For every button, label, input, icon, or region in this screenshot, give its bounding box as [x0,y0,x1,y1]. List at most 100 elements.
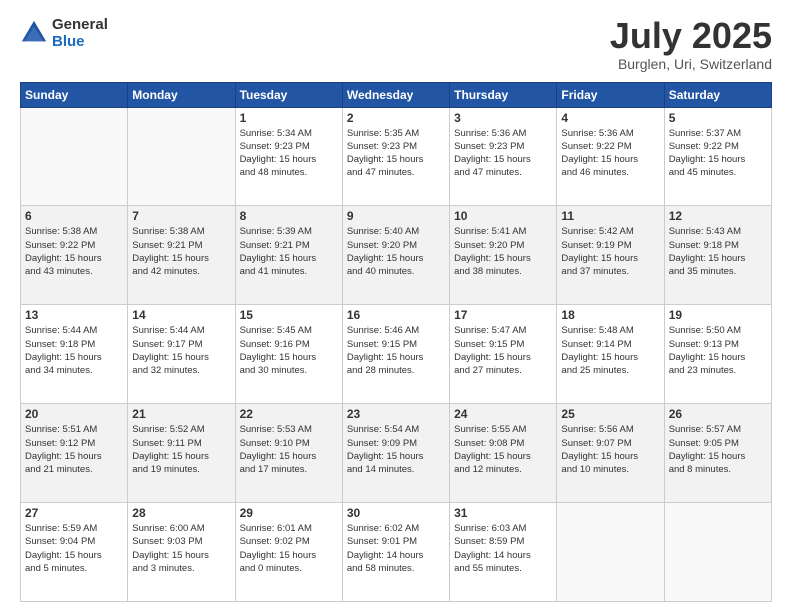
page: General Blue July 2025 Burglen, Uri, Swi… [0,0,792,612]
day-info: Sunrise: 5:38 AMSunset: 9:22 PMDaylight:… [25,225,123,278]
weekday-header: Saturday [664,82,771,107]
day-info: Sunrise: 5:34 AMSunset: 9:23 PMDaylight:… [240,127,338,180]
calendar-week-row: 20 Sunrise: 5:51 AMSunset: 9:12 PMDayligh… [21,404,772,503]
day-number: 9 [347,209,445,223]
day-number: 29 [240,506,338,520]
calendar-cell: 21Sunrise: 5:52 AMSunset: 9:11 PMDayligh… [128,404,235,503]
calendar-cell: 10 Sunrise: 5:41 AMSunset: 9:20 PMDayligh… [450,206,557,305]
day-info: Sunrise: 5:51 AMSunset: 9:12 PMDaylight:… [25,423,123,476]
calendar-cell: 27Sunrise: 5:59 AMSunset: 9:04 PMDayligh… [21,503,128,602]
day-info: Sunrise: 5:56 AMSunset: 9:07 PMDaylight:… [561,423,659,476]
calendar-title: July 2025 [610,16,772,56]
title-block: July 2025 Burglen, Uri, Switzerland [610,16,772,72]
logo-text: General Blue [52,16,108,50]
day-number: 26 [669,407,767,421]
calendar-cell: 26 Sunrise: 5:57 AMSunset: 9:05 PMDayligh… [664,404,771,503]
day-number: 31 [454,506,552,520]
day-info: Sunrise: 5:47 AMSunset: 9:15 PMDaylight:… [454,324,552,377]
calendar-week-row: 13 Sunrise: 5:44 AMSunset: 9:18 PMDayligh… [21,305,772,404]
day-info: Sunrise: 5:43 AMSunset: 9:18 PMDaylight:… [669,225,767,278]
logo-general-text: General [52,16,108,33]
day-number: 12 [669,209,767,223]
calendar-cell: 17 Sunrise: 5:47 AMSunset: 9:15 PMDayligh… [450,305,557,404]
calendar-cell: 25 Sunrise: 5:56 AMSunset: 9:07 PMDayligh… [557,404,664,503]
day-number: 16 [347,308,445,322]
day-info: Sunrise: 6:00 AMSunset: 9:03 PMDaylight:… [132,522,230,575]
day-number: 20 [25,407,123,421]
day-info: Sunrise: 5:53 AMSunset: 9:10 PMDaylight:… [240,423,338,476]
day-number: 11 [561,209,659,223]
calendar-week-row: 27Sunrise: 5:59 AMSunset: 9:04 PMDayligh… [21,503,772,602]
day-number: 25 [561,407,659,421]
day-number: 28 [132,506,230,520]
calendar-cell: 7Sunrise: 5:38 AMSunset: 9:21 PMDaylight… [128,206,235,305]
day-number: 7 [132,209,230,223]
calendar-week-row: 1 Sunrise: 5:34 AMSunset: 9:23 PMDaylight… [21,107,772,206]
day-info: Sunrise: 5:52 AMSunset: 9:11 PMDaylight:… [132,423,230,476]
logo: General Blue [20,16,108,50]
calendar-cell: 29 Sunrise: 6:01 AMSunset: 9:02 PMDayligh… [235,503,342,602]
day-info: Sunrise: 5:40 AMSunset: 9:20 PMDaylight:… [347,225,445,278]
calendar-cell: 12 Sunrise: 5:43 AMSunset: 9:18 PMDayligh… [664,206,771,305]
day-info: Sunrise: 6:01 AMSunset: 9:02 PMDaylight:… [240,522,338,575]
weekday-header: Monday [128,82,235,107]
day-number: 1 [240,111,338,125]
day-number: 13 [25,308,123,322]
day-info: Sunrise: 5:39 AMSunset: 9:21 PMDaylight:… [240,225,338,278]
day-info: Sunrise: 5:44 AMSunset: 9:17 PMDaylight:… [132,324,230,377]
calendar-cell: 2Sunrise: 5:35 AMSunset: 9:23 PMDaylight… [342,107,449,206]
day-number: 3 [454,111,552,125]
weekday-header: Friday [557,82,664,107]
weekday-header: Tuesday [235,82,342,107]
calendar-cell: 9 Sunrise: 5:40 AMSunset: 9:20 PMDaylight… [342,206,449,305]
day-info: Sunrise: 5:57 AMSunset: 9:05 PMDaylight:… [669,423,767,476]
day-info: Sunrise: 5:50 AMSunset: 9:13 PMDaylight:… [669,324,767,377]
day-number: 6 [25,209,123,223]
day-info: Sunrise: 5:45 AMSunset: 9:16 PMDaylight:… [240,324,338,377]
day-info: Sunrise: 5:59 AMSunset: 9:04 PMDaylight:… [25,522,123,575]
logo-icon [20,19,48,47]
calendar-cell: 11 Sunrise: 5:42 AMSunset: 9:19 PMDayligh… [557,206,664,305]
day-number: 17 [454,308,552,322]
day-info: Sunrise: 6:03 AMSunset: 8:59 PMDaylight:… [454,522,552,575]
calendar-cell: 14 Sunrise: 5:44 AMSunset: 9:17 PMDayligh… [128,305,235,404]
calendar-location: Burglen, Uri, Switzerland [610,56,772,72]
day-info: Sunrise: 5:44 AMSunset: 9:18 PMDaylight:… [25,324,123,377]
day-number: 8 [240,209,338,223]
calendar-cell: 30Sunrise: 6:02 AMSunset: 9:01 PMDayligh… [342,503,449,602]
calendar-cell: 16Sunrise: 5:46 AMSunset: 9:15 PMDayligh… [342,305,449,404]
day-number: 4 [561,111,659,125]
weekday-header: Wednesday [342,82,449,107]
weekday-header: Sunday [21,82,128,107]
calendar-cell: 1 Sunrise: 5:34 AMSunset: 9:23 PMDaylight… [235,107,342,206]
calendar-cell: 28 Sunrise: 6:00 AMSunset: 9:03 PMDayligh… [128,503,235,602]
day-number: 2 [347,111,445,125]
calendar-cell: 4 Sunrise: 5:36 AMSunset: 9:22 PMDaylight… [557,107,664,206]
day-number: 10 [454,209,552,223]
calendar-table: SundayMondayTuesdayWednesdayThursdayFrid… [20,82,772,602]
calendar-cell [21,107,128,206]
logo-blue-text: Blue [52,33,108,50]
calendar-cell: 13 Sunrise: 5:44 AMSunset: 9:18 PMDayligh… [21,305,128,404]
day-number: 22 [240,407,338,421]
calendar-cell: 20 Sunrise: 5:51 AMSunset: 9:12 PMDayligh… [21,404,128,503]
calendar-cell: 22 Sunrise: 5:53 AMSunset: 9:10 PMDayligh… [235,404,342,503]
day-info: Sunrise: 5:54 AMSunset: 9:09 PMDaylight:… [347,423,445,476]
day-number: 5 [669,111,767,125]
day-number: 14 [132,308,230,322]
calendar-cell: 8 Sunrise: 5:39 AMSunset: 9:21 PMDaylight… [235,206,342,305]
weekday-header: Thursday [450,82,557,107]
calendar-cell: 3Sunrise: 5:36 AMSunset: 9:23 PMDaylight… [450,107,557,206]
calendar-week-row: 6 Sunrise: 5:38 AMSunset: 9:22 PMDaylight… [21,206,772,305]
calendar-cell [557,503,664,602]
day-info: Sunrise: 5:41 AMSunset: 9:20 PMDaylight:… [454,225,552,278]
day-number: 24 [454,407,552,421]
day-info: Sunrise: 6:02 AMSunset: 9:01 PMDaylight:… [347,522,445,575]
day-number: 19 [669,308,767,322]
calendar-cell: 5Sunrise: 5:37 AMSunset: 9:22 PMDaylight… [664,107,771,206]
day-info: Sunrise: 5:36 AMSunset: 9:22 PMDaylight:… [561,127,659,180]
day-info: Sunrise: 5:42 AMSunset: 9:19 PMDaylight:… [561,225,659,278]
day-number: 15 [240,308,338,322]
day-number: 18 [561,308,659,322]
calendar-cell: 15 Sunrise: 5:45 AMSunset: 9:16 PMDayligh… [235,305,342,404]
